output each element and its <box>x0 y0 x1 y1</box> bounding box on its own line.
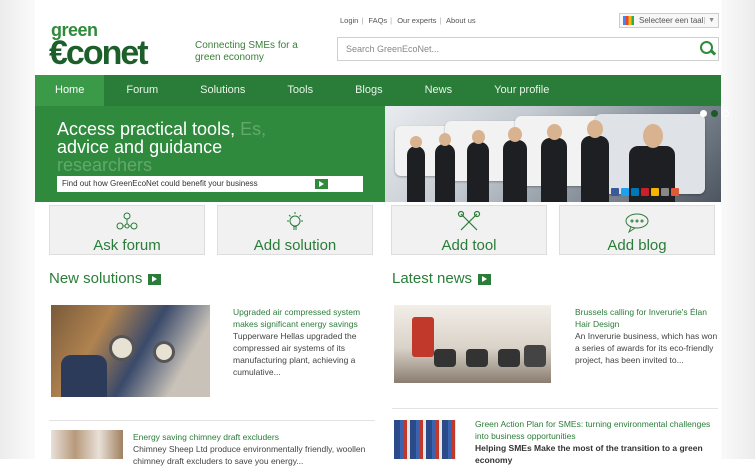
language-select[interactable]: Selecteer een taal ▼ <box>619 13 719 28</box>
translate-icon <box>623 16 634 25</box>
news-story-1-text: An Inverurie business, which has won a s… <box>575 331 718 365</box>
nav-news[interactable]: News <box>403 75 473 106</box>
carousel-dot-2[interactable] <box>711 110 718 117</box>
search-box[interactable]: Search GreenEcoNet... <box>337 37 719 61</box>
about-us-link[interactable]: About us <box>446 16 476 25</box>
tools-icon <box>457 210 481 231</box>
plus-icon[interactable] <box>671 188 679 196</box>
network-icon <box>116 212 138 230</box>
share-icon[interactable] <box>651 188 659 196</box>
top-links: Login | FAQs | Our experts | About us <box>340 16 476 25</box>
solution-story-2-text: Chimney Sheep Ltd produce environmentall… <box>133 444 366 466</box>
facebook-icon[interactable] <box>611 188 619 196</box>
eu-flags-thumbnail[interactable] <box>394 420 456 459</box>
nav-forum[interactable]: Forum <box>104 75 178 106</box>
pinterest-icon[interactable] <box>641 188 649 196</box>
add-tool-tile[interactable]: Add tool <box>391 205 547 255</box>
language-label: Selecteer een taal <box>639 16 704 25</box>
linkedin-icon[interactable] <box>631 188 639 196</box>
solution-story-2-title[interactable]: Energy saving chimney draft excluders <box>133 431 381 443</box>
carousel-dot-1[interactable] <box>700 110 707 117</box>
arrow-right-icon <box>478 273 492 285</box>
page: green €conet Connecting SMEs for a green… <box>35 0 729 466</box>
divider <box>49 420 375 421</box>
faqs-link[interactable]: FAQs <box>368 16 387 25</box>
new-solutions-heading[interactable]: New solutions <box>49 270 162 287</box>
nav-home[interactable]: Home <box>35 75 105 106</box>
hero-headline: Access practical tools, Es, advice and g… <box>57 119 267 175</box>
social-share-bar <box>611 188 679 196</box>
solution-story-1: Upgraded air compressed system makes sig… <box>233 306 383 378</box>
add-solution-tile[interactable]: Add solution <box>217 205 373 255</box>
nav-blogs[interactable]: Blogs <box>333 75 403 106</box>
add-blog-label: Add blog <box>607 237 667 254</box>
chevron-down-icon: ▼ <box>704 17 718 24</box>
speech-bubble-icon <box>625 213 649 234</box>
news-story-2-text: Helping SMEs Make the most of the transi… <box>475 443 703 465</box>
nav-solutions[interactable]: Solutions <box>178 75 265 106</box>
latest-news-heading[interactable]: Latest news <box>392 270 492 287</box>
news-story-2-title[interactable]: Green Action Plan for SMEs: turning envi… <box>475 418 721 442</box>
solution-story-1-title[interactable]: Upgraded air compressed system makes sig… <box>233 306 383 330</box>
email-icon[interactable] <box>661 188 669 196</box>
login-link[interactable]: Login <box>340 16 358 25</box>
lightbulb-icon <box>287 212 303 230</box>
logo-main: €conet <box>49 34 149 72</box>
our-experts-link[interactable]: Our experts <box>397 16 436 25</box>
nav-your-profile[interactable]: Your profile <box>472 75 569 106</box>
search-icon[interactable] <box>696 38 718 60</box>
hero-cta-link[interactable]: Find out how GreenEcoNet could benefit y… <box>57 176 363 192</box>
ask-forum-tile[interactable]: Ask forum <box>49 205 205 255</box>
tagline: Connecting SMEs for a green economy <box>195 40 298 63</box>
news-story-1-title[interactable]: Brussels calling for Inverurie's Élan Ha… <box>575 306 721 330</box>
nav-tools[interactable]: Tools <box>265 75 333 106</box>
news-story-1: Brussels calling for Inverurie's Élan Ha… <box>575 306 721 366</box>
arrow-right-icon <box>315 179 328 189</box>
solution-story-1-text: Tupperware Hellas upgraded the compresse… <box>233 331 357 377</box>
page-shadow-left <box>0 0 35 459</box>
air-compressor-thumbnail[interactable] <box>51 305 210 397</box>
hair-salon-thumbnail[interactable] <box>394 305 551 383</box>
add-blog-tile[interactable]: Add blog <box>559 205 715 255</box>
carousel-dot-3[interactable] <box>722 110 729 117</box>
search-input[interactable]: Search GreenEcoNet... <box>338 44 696 54</box>
ask-forum-label: Ask forum <box>93 237 161 254</box>
add-solution-label: Add solution <box>253 237 337 254</box>
page-shadow-right <box>720 0 755 459</box>
twitter-icon[interactable] <box>621 188 629 196</box>
carousel-dots <box>700 110 729 117</box>
divider <box>392 408 718 409</box>
arrow-right-icon <box>148 273 162 285</box>
solution-story-2: Energy saving chimney draft excluders Ch… <box>133 431 381 467</box>
add-tool-label: Add tool <box>441 237 497 254</box>
chimney-excluder-thumbnail[interactable] <box>51 430 123 459</box>
main-nav: Home Forum Solutions Tools Blogs News Yo… <box>35 75 721 106</box>
logo[interactable]: green €conet <box>49 20 179 72</box>
